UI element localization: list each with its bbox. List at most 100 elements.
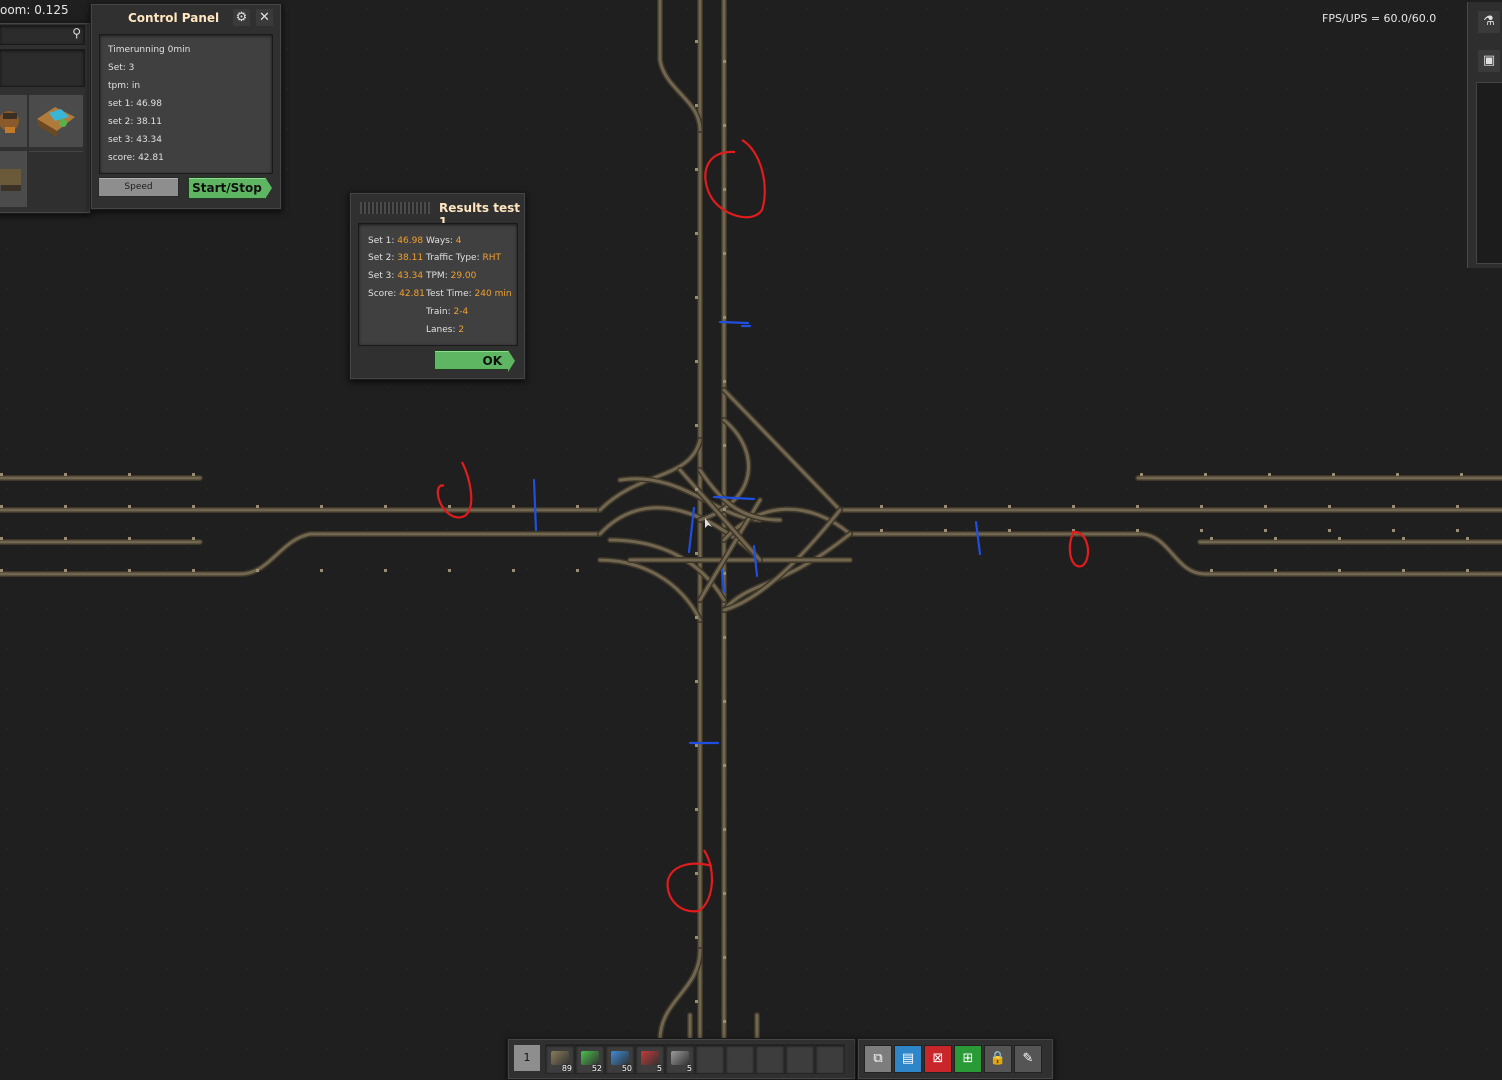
pipette-icon[interactable]: ✎ xyxy=(1014,1045,1042,1073)
rail-signal[interactable] xyxy=(576,569,579,572)
rail-signal[interactable] xyxy=(448,505,451,508)
rail-signal[interactable] xyxy=(880,529,883,532)
rail-signal[interactable] xyxy=(1210,569,1213,572)
rail-signal[interactable] xyxy=(1460,473,1463,476)
quickbar-slot[interactable] xyxy=(755,1044,785,1074)
rail-signal[interactable] xyxy=(723,764,726,767)
rail-signal[interactable] xyxy=(192,505,195,508)
quickbar-slot[interactable]: 5 xyxy=(665,1044,695,1074)
rail-signal[interactable] xyxy=(723,60,726,63)
rail-signal[interactable] xyxy=(256,505,259,508)
rail-signal[interactable] xyxy=(1264,529,1267,532)
rail-signal[interactable] xyxy=(695,232,698,235)
quickbar-slot[interactable]: 5 xyxy=(635,1044,665,1074)
rail-signal[interactable] xyxy=(723,508,726,511)
copy-tool-icon[interactable]: ⧉ xyxy=(864,1045,892,1073)
rail-signal[interactable] xyxy=(320,569,323,572)
rail-signal[interactable] xyxy=(695,1000,698,1003)
rail-signal[interactable] xyxy=(695,936,698,939)
rail-signal[interactable] xyxy=(1402,569,1405,572)
rail-signal[interactable] xyxy=(256,569,259,572)
empty-slot[interactable] xyxy=(29,151,83,208)
rail-signal[interactable] xyxy=(695,360,698,363)
rail-signal[interactable] xyxy=(1204,473,1207,476)
minimap-frame[interactable] xyxy=(1476,82,1502,264)
quickbar-slot[interactable]: 52 xyxy=(575,1044,605,1074)
rail-signal[interactable] xyxy=(576,505,579,508)
rail-signal[interactable] xyxy=(723,188,726,191)
rail-signal[interactable] xyxy=(695,168,698,171)
rail-signal[interactable] xyxy=(384,569,387,572)
quickbar-slot[interactable] xyxy=(725,1044,755,1074)
rail-signal[interactable] xyxy=(695,808,698,811)
rail-signal[interactable] xyxy=(695,296,698,299)
rail-signal[interactable] xyxy=(1136,529,1139,532)
rail-signal[interactable] xyxy=(384,505,387,508)
deconstruction-planner-icon[interactable]: ⊠ xyxy=(924,1045,952,1073)
rail-signal[interactable] xyxy=(1136,505,1139,508)
quickbar-slot[interactable]: 89 xyxy=(545,1044,575,1074)
rail-signal[interactable] xyxy=(64,537,67,540)
rail-signal[interactable] xyxy=(695,744,698,747)
rail-signal[interactable] xyxy=(1274,537,1277,540)
rail-signal[interactable] xyxy=(1268,473,1271,476)
quickbar-page-number[interactable]: 1 xyxy=(514,1045,540,1071)
rail-signal[interactable] xyxy=(723,444,726,447)
rail-signal[interactable] xyxy=(723,316,726,319)
character-portrait-icon[interactable] xyxy=(0,95,27,147)
close-icon[interactable]: ✕ xyxy=(256,9,273,26)
rail-signal[interactable] xyxy=(723,636,726,639)
rail-signal[interactable] xyxy=(1200,529,1203,532)
lock-icon[interactable]: 🔒 xyxy=(984,1045,1012,1073)
rail-signal[interactable] xyxy=(1456,505,1459,508)
rail-signal[interactable] xyxy=(695,424,698,427)
rail-signal[interactable] xyxy=(1264,505,1267,508)
rail-signal[interactable] xyxy=(512,569,515,572)
rail-signal[interactable] xyxy=(1274,569,1277,572)
rail-signal[interactable] xyxy=(64,505,67,508)
rail-signal[interactable] xyxy=(723,380,726,383)
rail-signal[interactable] xyxy=(1008,529,1011,532)
quickbar-slot[interactable] xyxy=(695,1044,725,1074)
rail-signal[interactable] xyxy=(695,616,698,619)
rail-signal[interactable] xyxy=(64,569,67,572)
rail-signal[interactable] xyxy=(1396,473,1399,476)
rail-signal[interactable] xyxy=(192,473,195,476)
rail-signal[interactable] xyxy=(320,505,323,508)
rail-signal[interactable] xyxy=(1466,569,1469,572)
rail-signal[interactable] xyxy=(695,488,698,491)
tank-vehicle-icon[interactable] xyxy=(0,151,27,207)
rail-signal[interactable] xyxy=(723,1020,726,1023)
settings-gear-icon[interactable]: ⚙ xyxy=(233,9,250,26)
rail-signal[interactable] xyxy=(128,505,131,508)
rail-signal[interactable] xyxy=(1456,529,1459,532)
rail-signal[interactable] xyxy=(723,124,726,127)
quickbar-slot[interactable]: 50 xyxy=(605,1044,635,1074)
rail-signal[interactable] xyxy=(695,680,698,683)
rail-signal[interactable] xyxy=(695,104,698,107)
rail-signal[interactable] xyxy=(723,252,726,255)
search-bar[interactable]: ⚲ xyxy=(0,25,85,45)
rail-signal[interactable] xyxy=(723,956,726,959)
quickbar-slot[interactable] xyxy=(815,1044,845,1074)
upgrade-planner-icon[interactable]: ⊞ xyxy=(954,1045,982,1073)
rail-signal[interactable] xyxy=(944,505,947,508)
rail-signal[interactable] xyxy=(1210,537,1213,540)
rail-signal[interactable] xyxy=(723,892,726,895)
rail-signal[interactable] xyxy=(1072,505,1075,508)
rail-signal[interactable] xyxy=(128,473,131,476)
ok-button[interactable]: OK xyxy=(434,350,515,372)
rail-signal[interactable] xyxy=(1338,569,1341,572)
rail-signal[interactable] xyxy=(880,505,883,508)
blueprint-book-icon[interactable]: ▤ xyxy=(894,1045,922,1073)
rail-signal[interactable] xyxy=(1328,505,1331,508)
rail-signal[interactable] xyxy=(0,505,3,508)
search-icon[interactable]: ⚲ xyxy=(72,26,81,40)
quickbar-slot[interactable] xyxy=(785,1044,815,1074)
rail-signal[interactable] xyxy=(1392,529,1395,532)
rail-signal[interactable] xyxy=(723,828,726,831)
start-stop-button[interactable]: Start/Stop xyxy=(188,177,272,199)
rail-signal[interactable] xyxy=(0,537,3,540)
rail-signal[interactable] xyxy=(1008,505,1011,508)
rail-signal[interactable] xyxy=(695,552,698,555)
